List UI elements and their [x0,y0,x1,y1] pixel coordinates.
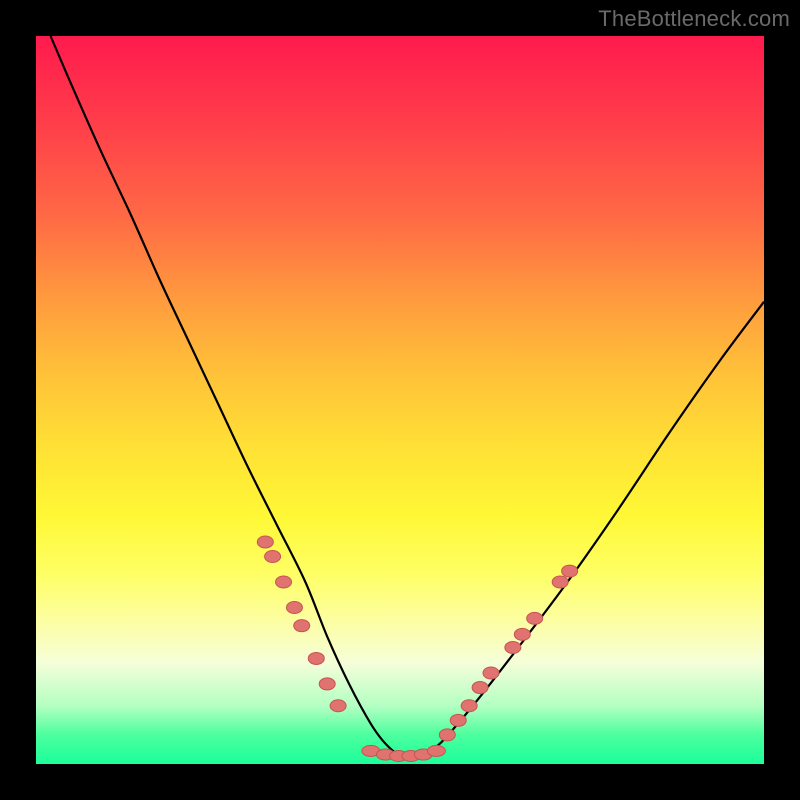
data-marker [552,576,568,588]
curve-path [51,36,764,757]
data-marker [439,729,455,741]
data-marker [265,551,281,563]
chart-svg [36,36,764,764]
data-marker [562,565,578,577]
data-marker [319,678,335,690]
plot-area [36,36,764,764]
data-marker [505,642,521,654]
data-marker [330,700,346,712]
data-marker [514,628,530,640]
data-marker [461,700,477,712]
data-marker [527,612,543,624]
data-marker [286,601,302,613]
chart-frame: TheBottleneck.com [0,0,800,800]
data-marker [308,652,324,664]
data-marker [257,536,273,548]
data-markers [257,536,577,762]
data-marker [294,620,310,632]
watermark-label: TheBottleneck.com [598,6,790,32]
data-marker [483,667,499,679]
data-marker [450,714,466,726]
data-marker [276,576,292,588]
data-marker [427,745,445,756]
data-marker [472,682,488,694]
